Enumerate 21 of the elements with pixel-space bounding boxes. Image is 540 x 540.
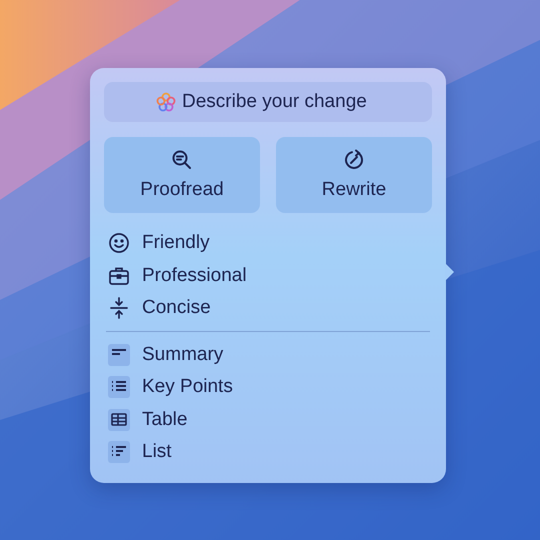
- circle-arrow-icon: [343, 149, 365, 171]
- format-menu-item[interactable]: List: [104, 436, 432, 468]
- format-menu-item[interactable]: Key Points: [104, 371, 432, 404]
- search-icon: [171, 149, 193, 171]
- format-icon: [108, 441, 130, 464]
- popover-pointer: [445, 263, 454, 281]
- format-menu-item[interactable]: Summary: [104, 338, 432, 371]
- action-button[interactable]: Proofread: [104, 137, 260, 213]
- format-icon: [108, 344, 130, 366]
- tone-menu-item[interactable]: Friendly: [104, 227, 432, 260]
- smiley-icon: [108, 232, 130, 254]
- tone-menu-item[interactable]: Professional: [104, 260, 432, 292]
- action-button[interactable]: Rewrite: [276, 137, 432, 213]
- describe-field[interactable]: Describe your change: [104, 82, 432, 122]
- format-icon: [108, 408, 130, 431]
- flower-icon: [156, 92, 176, 112]
- format-menu-item[interactable]: Table: [104, 404, 432, 436]
- briefcase-icon: [108, 264, 130, 287]
- compress-arrows-icon: [108, 297, 130, 320]
- format-icon: [108, 376, 130, 398]
- tone-menu-item[interactable]: Concise: [104, 292, 432, 324]
